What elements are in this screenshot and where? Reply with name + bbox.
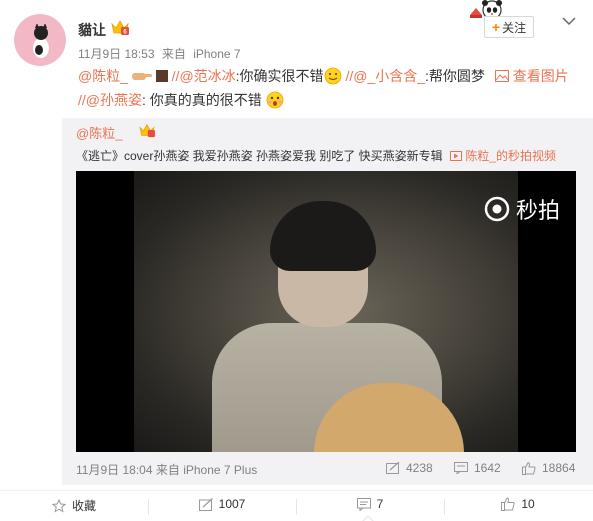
miaopai-watermark: 秒拍: [484, 193, 560, 225]
vip-badge-icon[interactable]: 6: [110, 19, 130, 36]
video-link[interactable]: 陈粒_的秒拍视频: [465, 149, 556, 163]
comment-active-indicator-icon: [362, 516, 374, 521]
vip-badge-icon[interactable]: [138, 123, 156, 138]
original-repost-count: 4238: [406, 461, 433, 475]
post-time[interactable]: 11月9日 18:53: [78, 47, 155, 61]
brown-square-emoji-icon: [155, 70, 168, 82]
original-comment-button[interactable]: 1642: [454, 461, 501, 475]
avatar[interactable]: [14, 14, 66, 66]
original-text-body: 《逃亡》cover孙燕姿 我爱孙燕姿 孙燕姿爱我 别吃了 快买燕姿新专辑: [76, 149, 443, 163]
comment-icon: [454, 462, 468, 474]
mention-link[interactable]: //@孙燕姿: [78, 92, 142, 108]
weibo-post-card: 貓让 6 11月9日 18:53 来自 iPhone 7 + 关注 @陈粒_ /…: [0, 0, 593, 521]
source-prefix: 来自: [155, 463, 180, 477]
post-meta: 11月9日 18:53 来自 iPhone 7: [78, 45, 245, 62]
video-figure-hair: [270, 201, 376, 271]
cat-icon: [33, 24, 49, 58]
post-text-line-1: @陈粒_ //@范冰冰:你确实很不错 //@_小含含_:帮你圆梦 查看图片: [78, 65, 583, 87]
plus-icon: +: [491, 19, 501, 35]
repost-icon: [386, 462, 400, 474]
original-source[interactable]: iPhone 7 Plus: [183, 463, 257, 477]
repost-comment: :你确实很不错: [235, 68, 324, 84]
original-repost-button[interactable]: 4238: [386, 461, 433, 475]
original-author-link[interactable]: @陈粒_: [76, 123, 122, 142]
video-icon: [450, 151, 463, 161]
view-image-link[interactable]: 查看图片: [513, 68, 569, 84]
favorite-button[interactable]: 收藏: [0, 497, 148, 514]
video-player[interactable]: 秒拍: [76, 171, 576, 452]
follow-button[interactable]: + 关注: [484, 16, 534, 38]
smile-emoji-icon: [324, 67, 341, 85]
mention-link[interactable]: @陈粒_: [78, 68, 128, 84]
action-bar: 收藏 1007 7 10: [0, 490, 593, 521]
pointing-hand-emoji-icon: [131, 73, 152, 80]
favorite-label: 收藏: [71, 499, 96, 513]
thumbs-up-icon: [501, 497, 515, 511]
reposted-content: @陈粒_ 《逃亡》cover孙燕姿 我爱孙燕姿 孙燕姿爱我 别吃了 快买燕姿新专…: [62, 118, 593, 485]
post-text-line-2: //@孙燕姿: 你真的真的很不错: [78, 89, 583, 111]
surprised-emoji-icon: [266, 91, 284, 109]
repost-comment: :帮你圆梦: [425, 68, 485, 84]
source-prefix: 来自: [161, 47, 186, 61]
mention-link[interactable]: //@_小含含_: [345, 68, 425, 84]
original-like-count: 18864: [542, 461, 576, 475]
watermark-text: 秒拍: [515, 198, 560, 223]
miaopai-logo-icon: [484, 196, 510, 222]
image-icon: [494, 70, 509, 82]
star-icon: [51, 498, 66, 513]
repost-count: 1007: [218, 497, 246, 511]
username[interactable]: 貓让: [78, 20, 106, 40]
repost-icon: [198, 497, 213, 511]
mention-link[interactable]: //@范冰冰: [172, 68, 236, 84]
like-count: 10: [521, 497, 535, 511]
chevron-down-icon[interactable]: [562, 16, 576, 26]
original-time[interactable]: 11月9日 18:04: [76, 463, 153, 477]
repost-button[interactable]: 1007: [148, 497, 296, 511]
like-button[interactable]: 10: [444, 497, 592, 511]
original-comment-count: 1642: [474, 461, 501, 475]
thumbs-up-icon: [522, 461, 536, 475]
original-like-button[interactable]: 18864: [522, 461, 575, 475]
original-meta: 11月9日 18:04 来自 iPhone 7 Plus: [76, 461, 257, 478]
comment-icon: [356, 497, 371, 511]
comment-button[interactable]: 7: [296, 497, 444, 511]
comment-count: 7: [376, 497, 384, 511]
follow-label: 关注: [502, 20, 527, 35]
original-text: 《逃亡》cover孙燕姿 我爱孙燕姿 孙燕姿爱我 别吃了 快买燕姿新专辑 陈粒_…: [76, 147, 556, 164]
repost-comment: : 你真的真的很不错: [142, 92, 262, 108]
post-source[interactable]: iPhone 7: [193, 47, 240, 61]
video-frame: [134, 171, 518, 452]
